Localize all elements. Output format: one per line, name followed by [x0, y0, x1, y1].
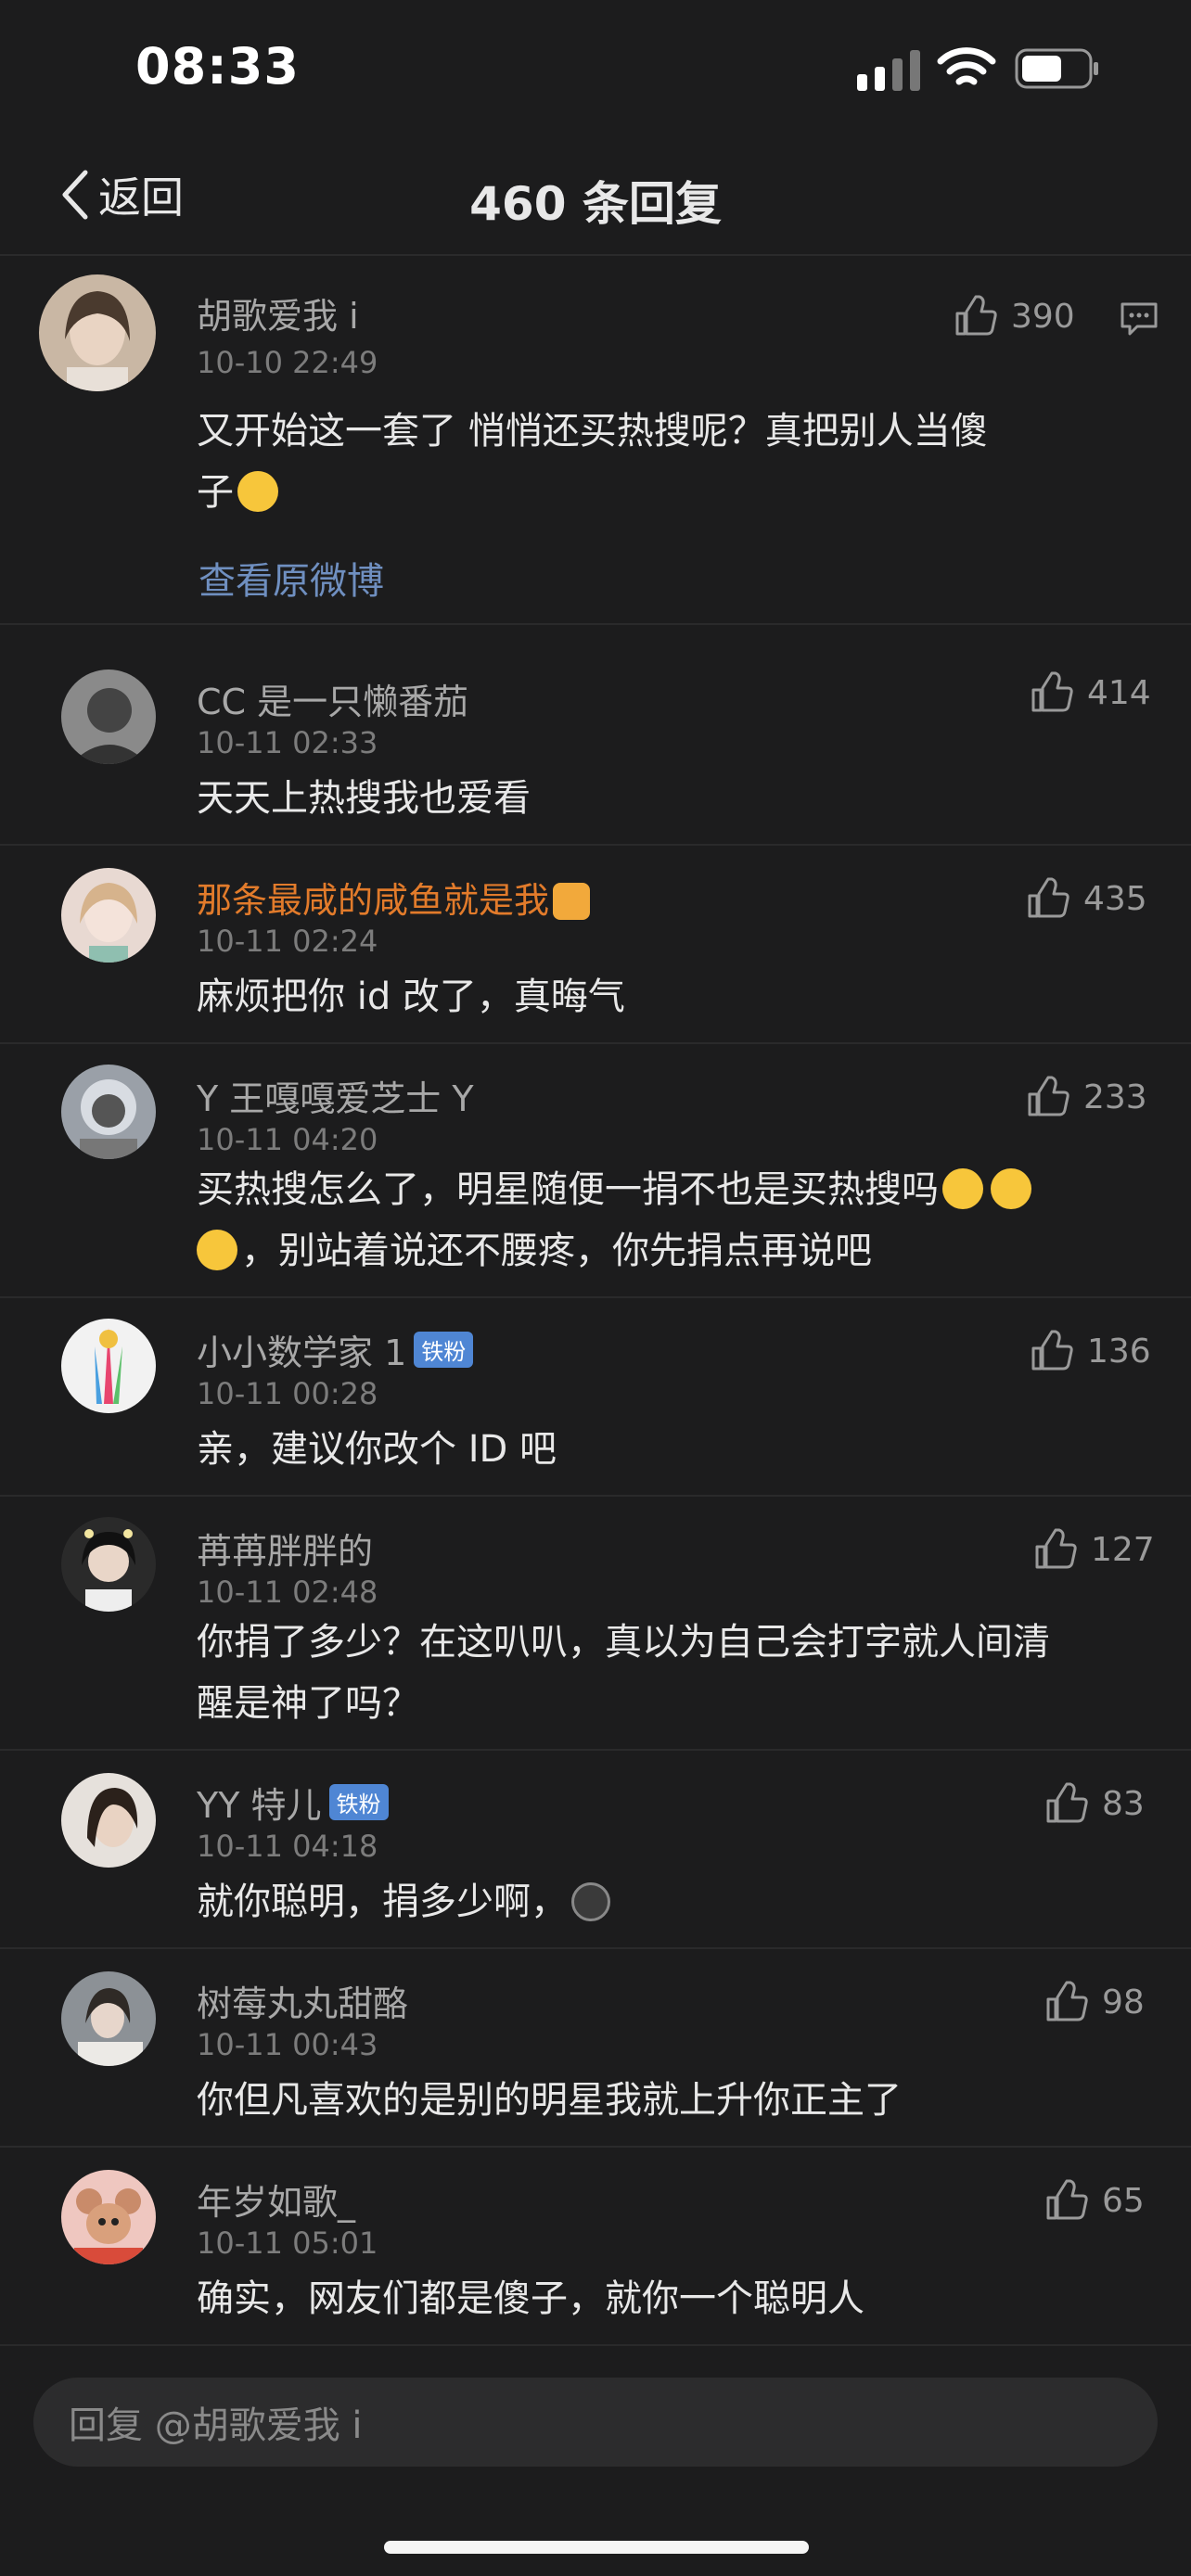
comment-text: 就你聪明，捐多少啊， [197, 1871, 614, 1932]
like-count: 233 [1083, 1078, 1147, 1116]
comment-date: 10-10 22:49 [197, 345, 378, 380]
username[interactable]: 小小数学家 1 铁粉 [197, 1324, 474, 1375]
smile-emoji-icon [197, 1230, 237, 1270]
nav-bar: 返回 460 条回复 [0, 139, 1191, 256]
reply-item: 那条最咸的咸鱼就是我 10-11 02:24 435 麻烦把你 id 改了，真晦… [0, 846, 1191, 1044]
avatar[interactable] [61, 2170, 156, 2264]
thumbs-up-icon [955, 295, 997, 336]
reply-item: 树莓丸丸甜酪 10-11 00:43 98 你但凡喜欢的是别的明星我就上升你正主… [0, 1949, 1191, 2148]
thumbs-up-icon [1028, 877, 1069, 918]
wifi-icon [937, 47, 996, 85]
like-button[interactable]: 414 [1030, 671, 1151, 714]
comment-text: 天天上热搜我也爱看 [197, 777, 531, 820]
comment-date: 10-11 00:28 [197, 1376, 378, 1411]
username[interactable]: CC 是一只懒番茄 [197, 673, 468, 724]
comment-text: 确实，网友们都是傻子，就你一个聪明人 [197, 2277, 864, 2320]
username[interactable]: 年岁如歌_ [197, 2174, 355, 2225]
avatar[interactable] [61, 1971, 156, 2066]
avatar[interactable] [61, 1517, 156, 1612]
fan-badge: 铁粉 [414, 1332, 474, 1368]
avatar[interactable] [61, 1319, 156, 1413]
like-count: 136 [1087, 1332, 1151, 1371]
username[interactable]: Y 王嘎嘎爱芝士 Y [197, 1070, 474, 1121]
like-count: 65 [1102, 2181, 1145, 2220]
like-button[interactable]: 136 [1030, 1330, 1151, 1372]
comment-date: 10-11 02:48 [197, 1575, 378, 1610]
avatar[interactable] [61, 868, 156, 963]
avatar[interactable] [61, 1773, 156, 1868]
like-button[interactable]: 390 [954, 295, 1075, 338]
like-count: 414 [1087, 673, 1151, 712]
smile-emoji-icon [991, 1168, 1031, 1209]
like-count: 98 [1102, 1983, 1145, 2021]
thumbs-up-icon [1031, 1330, 1073, 1371]
like-button[interactable]: 83 [1044, 1782, 1145, 1825]
username[interactable]: 胡歌爱我 i [197, 287, 359, 338]
comment-text: 麻烦把你 id 改了，真晦气 [197, 976, 625, 1018]
thumbs-up-icon [1046, 2179, 1088, 2220]
reply-item: 年岁如歌_ 10-11 05:01 65 确实，网友们都是傻子，就你一个聪明人 [0, 2148, 1191, 2346]
reply-item: Y 王嘎嘎爱芝士 Y 10-11 04:20 233 买热搜怎么了，明星随便一捐… [0, 1044, 1191, 1298]
username[interactable]: 树莓丸丸甜酪 [197, 1975, 408, 2026]
status-time: 08:33 [135, 37, 300, 96]
comment-date: 10-11 05:01 [197, 2225, 378, 2261]
comment-text: 买热搜怎么了，明星随便一捐不也是买热搜吗 ，别站着说还不腰疼，你先捐点再说吧 [197, 1159, 1161, 1282]
username[interactable]: YY 特儿 铁粉 [197, 1777, 389, 1828]
comment-date: 10-11 00:43 [197, 2027, 378, 2062]
reply-input[interactable]: 回复 @胡歌爱我 i [33, 2378, 1158, 2467]
comment-text: 你捐了多少？在这叭叭，真以为自己会打字就人间清 醒是神了吗？ [197, 1621, 1050, 1725]
avatar[interactable] [39, 274, 156, 391]
username[interactable]: 苒苒胖胖的 [197, 1523, 373, 1574]
like-button[interactable]: 127 [1033, 1528, 1155, 1571]
comment-date: 10-11 04:20 [197, 1122, 378, 1157]
thumbs-up-icon [1046, 1981, 1088, 2021]
main-comment: 胡歌爱我 i 10-10 22:49 390 又开始这一套了 悄悄还买热搜呢？真… [0, 256, 1191, 625]
username[interactable]: 那条最咸的咸鱼就是我 [197, 872, 594, 923]
thumbs-up-icon [1035, 1528, 1077, 1569]
smirk-emoji-icon [237, 471, 278, 512]
avatar[interactable] [61, 1065, 156, 1159]
page-title: 460 条回复 [469, 177, 722, 231]
reply-input-placeholder: 回复 @胡歌爱我 i [69, 2404, 363, 2447]
like-count: 435 [1083, 879, 1147, 918]
crown-badge-icon [553, 883, 591, 920]
comment-text: 亲，建议你改个 ID 吧 [197, 1428, 557, 1471]
like-button[interactable]: 98 [1044, 1981, 1145, 2023]
comment-text: 你但凡喜欢的是别的明星我就上升你正主了 [197, 2079, 902, 2122]
reply-item: CC 是一只懒番茄 10-11 02:33 414 天天上热搜我也爱看 [0, 640, 1191, 846]
smile-emoji-icon [942, 1168, 983, 1209]
view-original-link[interactable]: 查看原微博 [198, 551, 384, 605]
cellular-signal-icon [857, 50, 920, 91]
reply-item: YY 特儿 铁粉 10-11 04:18 83 就你聪明，捐多少啊， [0, 1751, 1191, 1949]
home-indicator [384, 2541, 809, 2554]
comment-text: 又开始这一套了 悄悄还买热搜呢？真把别人当傻 子 [197, 410, 988, 514]
crying-emoji-icon [571, 1882, 610, 1921]
status-bar: 08:33 [0, 0, 1191, 139]
comment-date: 10-11 04:18 [197, 1829, 378, 1864]
battery-icon [1015, 48, 1098, 89]
like-count: 390 [1011, 297, 1075, 336]
reply-item: 苒苒胖胖的 10-11 02:48 127 你捐了多少？在这叭叭，真以为自己会打… [0, 1497, 1191, 1751]
comment-date: 10-11 02:24 [197, 924, 378, 959]
avatar[interactable] [61, 670, 156, 764]
like-button[interactable]: 435 [1026, 877, 1147, 920]
like-count: 127 [1091, 1530, 1155, 1569]
thumbs-up-icon [1046, 1782, 1088, 1823]
fan-badge: 铁粉 [328, 1784, 389, 1820]
thumbs-up-icon [1031, 671, 1073, 712]
comment-date: 10-11 02:33 [197, 725, 378, 760]
like-count: 83 [1102, 1784, 1145, 1823]
reply-item: 小小数学家 1 铁粉 10-11 00:28 136 亲，建议你改个 ID 吧 [0, 1298, 1191, 1497]
comment-icon[interactable] [1119, 300, 1159, 338]
like-button[interactable]: 65 [1044, 2179, 1145, 2222]
like-button[interactable]: 233 [1026, 1076, 1147, 1118]
thumbs-up-icon [1028, 1076, 1069, 1116]
